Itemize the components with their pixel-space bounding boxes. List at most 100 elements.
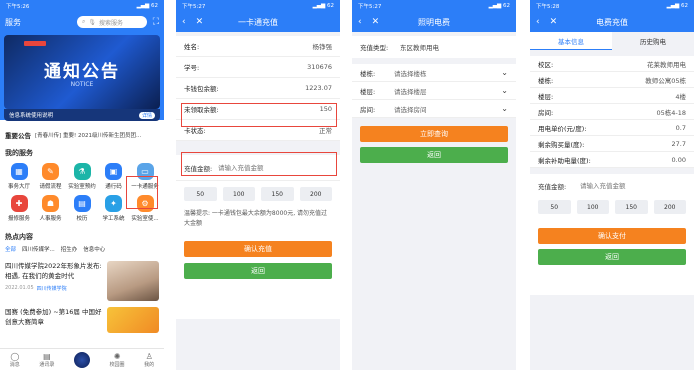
close-icon[interactable]: ✕	[550, 17, 558, 27]
service-item[interactable]: ✦ 学工系统	[99, 195, 129, 222]
select-field[interactable]: 楼层: 请选择楼层 ⌄	[352, 82, 516, 100]
amount-chip[interactable]: 150	[261, 187, 294, 201]
scan-icon[interactable]: ⛶	[153, 17, 159, 27]
bottom-nav-item[interactable]: ▤ 通讯录	[39, 352, 54, 368]
card-topup-screen: 下午5:27 ▂▄▆ 62 ‹ ✕ 一卡通充值 姓名: 杨铮强 学号: 310676 卡…	[176, 0, 340, 370]
nav-icon: ◯	[10, 351, 20, 361]
row-label: 用电单价(元/度):	[538, 124, 587, 133]
query-button[interactable]: 立即查询	[360, 126, 508, 142]
back-icon[interactable]: ‹	[536, 17, 540, 27]
news-ticker[interactable]: 重要公告 [青春川传] 重要! 2021级川传新生团员团...	[0, 129, 164, 141]
service-item[interactable]: ▦ 事务大厅	[4, 163, 34, 190]
service-icon: ▤	[73, 195, 91, 212]
row-label: 姓名:	[184, 43, 200, 51]
service-label: 通行码	[105, 184, 122, 190]
hot-tab[interactable]: 招生办	[61, 245, 78, 253]
row-value: 教师公寓05栋	[645, 76, 686, 85]
hot-tab[interactable]: 全部	[5, 245, 16, 253]
page-title: 服务	[5, 17, 21, 27]
service-label: 报修服务	[7, 216, 30, 222]
back-button[interactable]: 返回	[538, 249, 686, 265]
news-label: 重要公告	[5, 132, 31, 140]
notice-banner[interactable]: 通知公告 NOTICE	[4, 35, 160, 109]
highlight-box	[126, 176, 158, 209]
amount-input[interactable]	[580, 182, 686, 190]
status-signal: ▂▄▆ 62	[312, 3, 334, 9]
service-item[interactable]: ⚗ 实验室预约	[67, 163, 97, 190]
row-value: 1223.07	[305, 84, 332, 92]
close-icon[interactable]: ✕	[372, 17, 380, 27]
back-icon[interactable]: ‹	[182, 17, 186, 27]
info-row: 楼栋: 教师公寓05栋	[530, 72, 694, 88]
service-icon: ✎	[42, 163, 59, 180]
select-field[interactable]: 楼栋: 请选择楼栋 ⌄	[352, 64, 516, 82]
back-icon[interactable]: ‹	[358, 17, 362, 27]
logo-mark	[24, 41, 46, 46]
status-bar: 下午5:27 ▂▄▆ 62	[352, 0, 516, 12]
hot-tab[interactable]: 四川传媒学...	[22, 245, 55, 253]
row-label: 校区:	[538, 60, 554, 69]
nav-label: 校园圈	[109, 361, 125, 368]
select-field[interactable]: 房间: 请选择房间 ⌄	[352, 100, 516, 118]
services-screen: 下午5:26 ▂▄▆ 62 服务 ⌕ 🎙︎ 搜索服务 ⛶ 通知公告 NOTICE…	[0, 0, 164, 370]
row-value: 0.00	[671, 155, 686, 164]
back-button[interactable]: 返回	[360, 147, 508, 163]
article-title: 国赛 (免费参加) ~第16届 中国好创意大赛简章	[5, 308, 102, 326]
bottom-nav-item[interactable]: ✺ 校园圈	[110, 352, 125, 368]
list-item[interactable]: 四川传媒学院2022年形象片发布: 相遇, 在我们的黄金时代 2022.01.0…	[5, 261, 159, 301]
amount-chip[interactable]: 50	[184, 187, 217, 201]
article-title: 四川传媒学院2022年形象片发布: 相遇, 在我们的黄金时代	[5, 262, 102, 280]
info-row: 剩余购买量(度): 27.7	[530, 136, 694, 152]
info-row: 姓名: 杨铮强	[176, 36, 340, 57]
list-item[interactable]: 国赛 (免费参加) ~第16届 中国好创意大赛简章	[5, 307, 159, 333]
amount-chip[interactable]: 150	[615, 200, 648, 214]
search-bar[interactable]: ⌕ 🎙︎ 搜索服务	[77, 16, 147, 28]
bottom-nav-item[interactable]: ◯ 消息	[10, 352, 20, 368]
article-date: 2022.01.05	[5, 285, 34, 291]
bottom-nav-item[interactable]: ●	[73, 351, 90, 368]
select-label: 楼栋:	[360, 69, 376, 78]
status-time: 下午5:26	[6, 4, 30, 10]
service-label: 实验室预约	[68, 184, 96, 190]
amount-chip[interactable]: 200	[299, 187, 332, 201]
tab-history[interactable]: 历史购电	[612, 32, 694, 50]
type-label: 充值类型:	[360, 44, 389, 52]
confirm-payment-button[interactable]: 确认支付	[538, 228, 686, 244]
nav-icon: ♙	[145, 351, 153, 361]
service-item[interactable]: ▣ 通行码	[99, 163, 129, 190]
amount-chip[interactable]: 100	[222, 187, 255, 201]
section-title: 热点内容	[5, 233, 33, 241]
banner-caption: 信息系统使用说明	[9, 113, 54, 119]
service-item[interactable]: ☗ 人事服务	[36, 195, 66, 222]
service-item[interactable]: ✎ 请假流程	[36, 163, 66, 190]
info-row: 用电单价(元/度): 0.7	[530, 120, 694, 136]
search-icon: ⌕	[82, 18, 86, 25]
nav-icon: ●	[73, 351, 90, 368]
status-bar: 下午5:28 ▂▄▆ 62	[530, 0, 694, 12]
info-row: 剩余补助电量(度): 0.00	[530, 152, 694, 168]
info-row: 卡钱包余额: 1223.07	[176, 78, 340, 99]
row-label: 卡钱包余额:	[184, 85, 219, 93]
info-row: 房间: 05栋4-18	[530, 104, 694, 120]
confirm-topup-button[interactable]: 确认充值	[184, 241, 332, 257]
tab-basic-info[interactable]: 基本信息	[530, 32, 612, 50]
banner-detail-button[interactable]: 详情	[138, 111, 155, 119]
close-icon[interactable]: ✕	[196, 17, 204, 27]
service-item[interactable]: ✚ 报修服务	[4, 195, 34, 222]
amount-chip[interactable]: 50	[538, 200, 571, 214]
amount-chip[interactable]: 200	[653, 200, 686, 214]
back-button[interactable]: 返回	[184, 263, 332, 279]
row-label: 剩余补助电量(度):	[538, 156, 591, 165]
service-item[interactable]: ▤ 校历	[67, 195, 97, 222]
status-time: 下午5:27	[182, 4, 206, 10]
service-icon: ✚	[10, 195, 28, 212]
amount-chip[interactable]: 100	[576, 200, 609, 214]
chevron-down-icon: ⌄	[501, 104, 508, 113]
bottom-nav-item[interactable]: ♙ 我的	[144, 352, 154, 368]
hot-tab[interactable]: 信息中心	[83, 245, 105, 253]
search-input[interactable]: 搜索服务	[99, 18, 123, 27]
row-label: 房间:	[538, 108, 554, 117]
status-signal: ▂▄▆ 62	[488, 3, 510, 9]
hot-tabs: 全部 四川传媒学... 招生办 信息中心	[5, 245, 159, 253]
service-icon: ▣	[105, 163, 122, 180]
